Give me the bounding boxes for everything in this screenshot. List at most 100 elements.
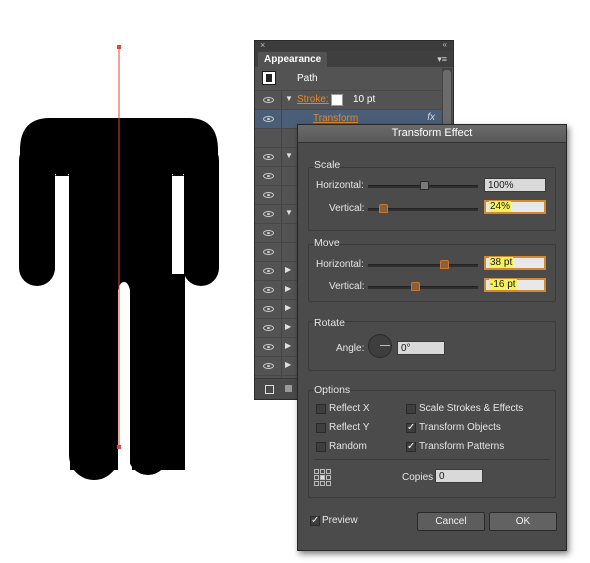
angle-dial[interactable] xyxy=(368,334,392,358)
cancel-button[interactable]: Cancel xyxy=(417,512,485,531)
visibility-eye-icon[interactable] xyxy=(263,154,274,160)
scale-strokes-checkbox[interactable] xyxy=(406,404,416,414)
preview-label[interactable]: Preview xyxy=(322,515,358,526)
visibility-eye-icon[interactable] xyxy=(263,211,274,217)
disclosure-triangle-down-icon[interactable]: ▼ xyxy=(285,94,293,103)
ref-point-cell[interactable] xyxy=(314,481,319,486)
transform-objects-label[interactable]: Transform Objects xyxy=(419,422,501,433)
scale-vertical-slider[interactable] xyxy=(368,204,478,213)
move-vertical-value: -16 pt xyxy=(489,279,517,290)
visibility-eye-icon[interactable] xyxy=(263,344,274,350)
reflect-x-checkbox[interactable] xyxy=(316,404,326,414)
add-new-stroke-icon[interactable] xyxy=(265,385,274,394)
transform-objects-checkbox[interactable]: ✓ xyxy=(406,423,416,433)
appearance-row-path[interactable]: Path xyxy=(255,68,441,91)
row-separator xyxy=(281,338,282,356)
transform-patterns-checkbox[interactable]: ✓ xyxy=(406,442,416,452)
scale-horizontal-field[interactable]: 100% xyxy=(484,178,546,192)
reflect-y-checkbox[interactable] xyxy=(316,423,326,433)
scale-vertical-field[interactable]: 24% xyxy=(484,200,546,214)
dialog-title: Transform Effect xyxy=(298,125,566,143)
visibility-eye-icon[interactable] xyxy=(263,306,274,312)
visibility-eye-icon[interactable] xyxy=(263,249,274,255)
copies-label: Copies xyxy=(402,472,434,483)
disclosure-triangle-right-icon[interactable]: ▶ xyxy=(285,360,291,369)
collapse-icon[interactable]: « xyxy=(443,40,447,50)
row-separator xyxy=(281,300,282,318)
visibility-eye-icon[interactable] xyxy=(263,192,274,198)
move-horizontal-slider[interactable] xyxy=(368,260,478,269)
disclosure-triangle-right-icon[interactable]: ▶ xyxy=(285,341,291,350)
disclosure-triangle-right-icon[interactable]: ▶ xyxy=(285,303,291,312)
slider-knob[interactable] xyxy=(440,260,449,269)
row-separator xyxy=(281,148,282,166)
transform-effect-link[interactable]: Transform xyxy=(313,113,358,124)
angle-field[interactable]: 0° xyxy=(397,341,445,355)
row-separator xyxy=(281,243,282,261)
anchor-point-bottom[interactable] xyxy=(117,445,121,449)
random-label[interactable]: Random xyxy=(329,441,367,452)
tab-appearance[interactable]: Appearance xyxy=(258,52,328,67)
ref-point-cell[interactable] xyxy=(320,481,325,486)
leg-gap xyxy=(118,282,130,470)
panel-menu-icon[interactable]: ▾≡ xyxy=(437,52,447,66)
scale-strokes-label[interactable]: Scale Strokes & Effects xyxy=(419,403,523,414)
slider-knob[interactable] xyxy=(420,181,429,190)
disclosure-triangle-right-icon[interactable]: ▶ xyxy=(285,322,291,331)
disclosure-triangle-right-icon[interactable]: ▶ xyxy=(285,265,291,274)
disclosure-triangle-right-icon[interactable]: ▶ xyxy=(285,284,291,293)
visibility-eye-icon[interactable] xyxy=(263,325,274,331)
fx-icon[interactable]: fx xyxy=(427,112,435,123)
disclosure-triangle-down-icon[interactable]: ▼ xyxy=(285,208,293,217)
path-label: Path xyxy=(297,73,318,84)
ref-point-cell[interactable] xyxy=(326,469,331,474)
ref-point-cell[interactable] xyxy=(314,469,319,474)
row-separator xyxy=(281,262,282,280)
add-new-fill-icon[interactable] xyxy=(285,385,292,392)
visibility-eye-icon[interactable] xyxy=(263,97,274,103)
preview-checkbox[interactable]: ✓ xyxy=(310,516,320,526)
transform-patterns-label[interactable]: Transform Patterns xyxy=(419,441,504,452)
slider-knob[interactable] xyxy=(379,204,388,213)
visibility-eye-icon[interactable] xyxy=(263,287,274,293)
scale-title: Scale xyxy=(314,159,341,171)
visibility-eye-icon[interactable] xyxy=(263,363,274,369)
visibility-eye-icon[interactable] xyxy=(263,116,274,122)
anchor-point-top[interactable] xyxy=(117,45,121,49)
ok-button[interactable]: OK xyxy=(489,512,557,531)
reflect-y-label[interactable]: Reflect Y xyxy=(329,422,369,433)
ref-point-cell[interactable] xyxy=(314,475,319,480)
reflect-x-label[interactable]: Reflect X xyxy=(329,403,370,414)
reference-point-locator-icon[interactable] xyxy=(314,469,331,486)
ref-point-cell-selected[interactable] xyxy=(320,475,325,480)
appearance-row-stroke[interactable]: ▼ Stroke: 10 pt xyxy=(255,91,441,110)
scale-vertical-value: 24% xyxy=(489,201,512,212)
ref-point-cell[interactable] xyxy=(320,469,325,474)
copies-field[interactable]: 0 xyxy=(435,469,483,483)
slider-knob[interactable] xyxy=(411,282,420,291)
left-arm-gap xyxy=(55,174,69,274)
stroke-weight-value[interactable]: 10 pt xyxy=(353,94,375,105)
move-vertical-field[interactable]: -16 pt xyxy=(484,278,546,292)
move-horizontal-value: 38 pt xyxy=(489,257,514,268)
close-icon[interactable]: × xyxy=(260,40,265,50)
move-horizontal-field[interactable]: 38 pt xyxy=(484,256,546,270)
visibility-eye-icon[interactable] xyxy=(263,173,274,179)
row-separator xyxy=(281,167,282,185)
random-checkbox[interactable] xyxy=(316,442,326,452)
ref-point-cell[interactable] xyxy=(326,481,331,486)
stroke-color-swatch[interactable] xyxy=(331,94,343,106)
panel-topbar: × « xyxy=(255,40,453,51)
stroke-label[interactable]: Stroke: xyxy=(297,94,329,105)
visibility-eye-icon[interactable] xyxy=(263,268,274,274)
disclosure-triangle-down-icon[interactable]: ▼ xyxy=(285,151,293,160)
row-separator xyxy=(281,357,282,375)
rotate-title: Rotate xyxy=(314,317,345,329)
ref-point-cell[interactable] xyxy=(326,475,331,480)
row-separator xyxy=(281,281,282,299)
visibility-eye-icon[interactable] xyxy=(263,230,274,236)
scale-horizontal-slider[interactable] xyxy=(368,181,478,190)
move-vertical-slider[interactable] xyxy=(368,282,478,291)
row-separator xyxy=(281,224,282,242)
move-group xyxy=(308,244,556,302)
